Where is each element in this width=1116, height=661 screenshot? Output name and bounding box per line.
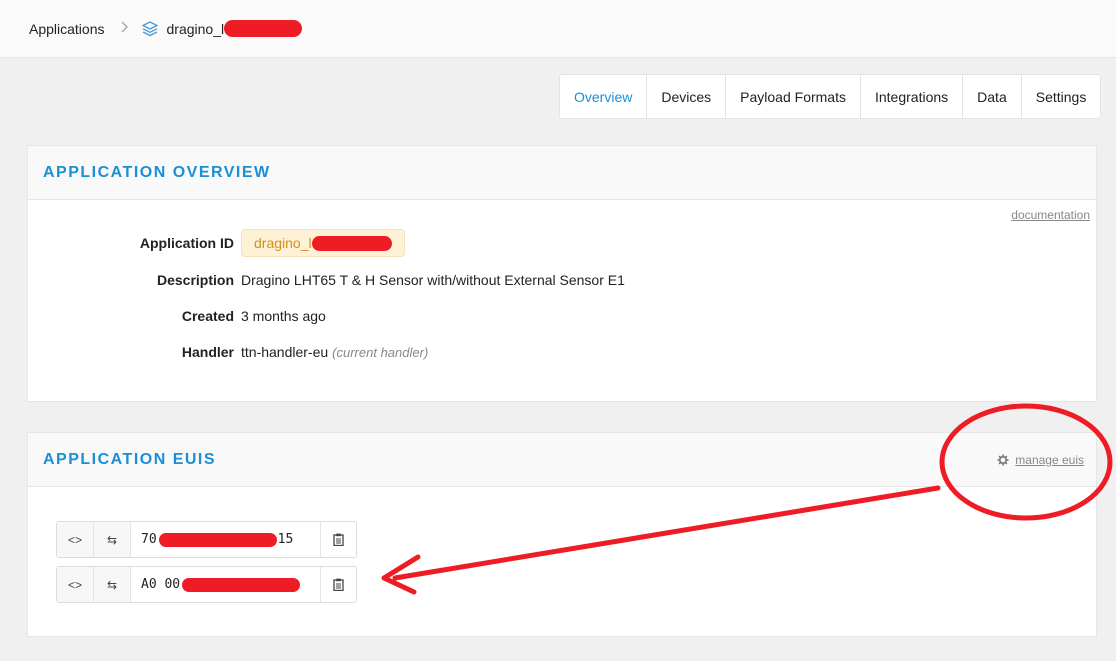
layers-icon	[141, 20, 158, 36]
tab-integrations[interactable]: Integrations	[861, 75, 964, 118]
swap-icon: ⇆	[106, 532, 118, 547]
eui-prefix: A0 00	[141, 577, 181, 592]
breadcrumb: Applications dragino_l	[0, 0, 1116, 58]
overview-card-header: APPLICATION OVERVIEW	[28, 146, 1096, 200]
eui-row: <> ⇆ 70 15	[56, 521, 357, 558]
redaction-mark	[182, 577, 301, 592]
clipboard-icon	[333, 533, 344, 546]
documentation-link[interactable]: documentation	[1011, 208, 1090, 222]
field-handler: Handler ttn-handler-eu (current handler)	[28, 344, 428, 360]
description-value: Dragino LHT65 T & H Sensor with/without …	[241, 272, 625, 288]
tab-devices[interactable]: Devices	[647, 75, 727, 118]
code-icon: <>	[67, 532, 82, 547]
field-description: Description Dragino LHT65 T & H Sensor w…	[28, 272, 625, 288]
euis-title: APPLICATION EUIS	[43, 450, 217, 468]
breadcrumb-app-name[interactable]: dragino_l	[167, 21, 225, 37]
byte-order-toggle[interactable]: ⇆	[94, 567, 131, 602]
handler-note: (current handler)	[332, 344, 429, 360]
eui-prefix: 70	[141, 532, 157, 547]
tab-data[interactable]: Data	[963, 75, 1022, 118]
manage-euis-label: manage euis	[1015, 453, 1084, 467]
tab-settings[interactable]: Settings	[1022, 75, 1101, 118]
redaction-mark	[158, 532, 277, 547]
code-view-button[interactable]: <>	[57, 567, 94, 602]
application-id-value: dragino_l	[254, 235, 312, 251]
byte-order-toggle[interactable]: ⇆	[94, 522, 131, 557]
app-tabs: Overview Devices Payload Formats Integra…	[559, 74, 1102, 119]
created-value: 3 months ago	[241, 308, 326, 324]
field-created: Created 3 months ago	[28, 308, 326, 324]
copy-button[interactable]	[321, 522, 356, 557]
field-label: Handler	[181, 344, 234, 360]
field-label: Created	[181, 308, 234, 324]
breadcrumb-separator	[120, 20, 129, 37]
eui-suffix: 15	[277, 532, 294, 547]
swap-icon: ⇆	[106, 577, 118, 592]
clipboard-icon	[333, 578, 344, 591]
eui-value[interactable]: 70 15	[131, 522, 321, 557]
tab-overview[interactable]: Overview	[560, 75, 648, 118]
redaction-mark	[224, 20, 303, 37]
overview-title: APPLICATION OVERVIEW	[43, 163, 271, 181]
application-id-badge[interactable]: dragino_l	[241, 229, 405, 257]
gear-icon	[997, 454, 1009, 466]
eui-value[interactable]: A0 00	[131, 567, 321, 602]
code-icon: <>	[67, 577, 82, 592]
chevron-right-icon	[120, 21, 128, 33]
breadcrumb-applications-link[interactable]: Applications	[29, 21, 105, 37]
eui-row: <> ⇆ A0 00	[56, 566, 357, 603]
manage-euis-link[interactable]: manage euis	[997, 453, 1084, 467]
field-label: Application ID	[139, 235, 234, 251]
code-view-button[interactable]: <>	[57, 522, 94, 557]
redaction-mark	[311, 235, 392, 251]
application-overview-card: APPLICATION OVERVIEW documentation Appli…	[27, 145, 1097, 402]
field-label: Description	[156, 272, 234, 288]
euis-card-header: APPLICATION EUIS manage euis	[28, 433, 1096, 487]
field-application-id: Application ID dragino_l	[28, 229, 405, 257]
application-euis-card: APPLICATION EUIS manage euis <> ⇆ 70 15 …	[27, 432, 1097, 637]
handler-value: ttn-handler-eu	[241, 344, 329, 360]
copy-button[interactable]	[321, 567, 356, 602]
tab-payload-formats[interactable]: Payload Formats	[726, 75, 861, 118]
